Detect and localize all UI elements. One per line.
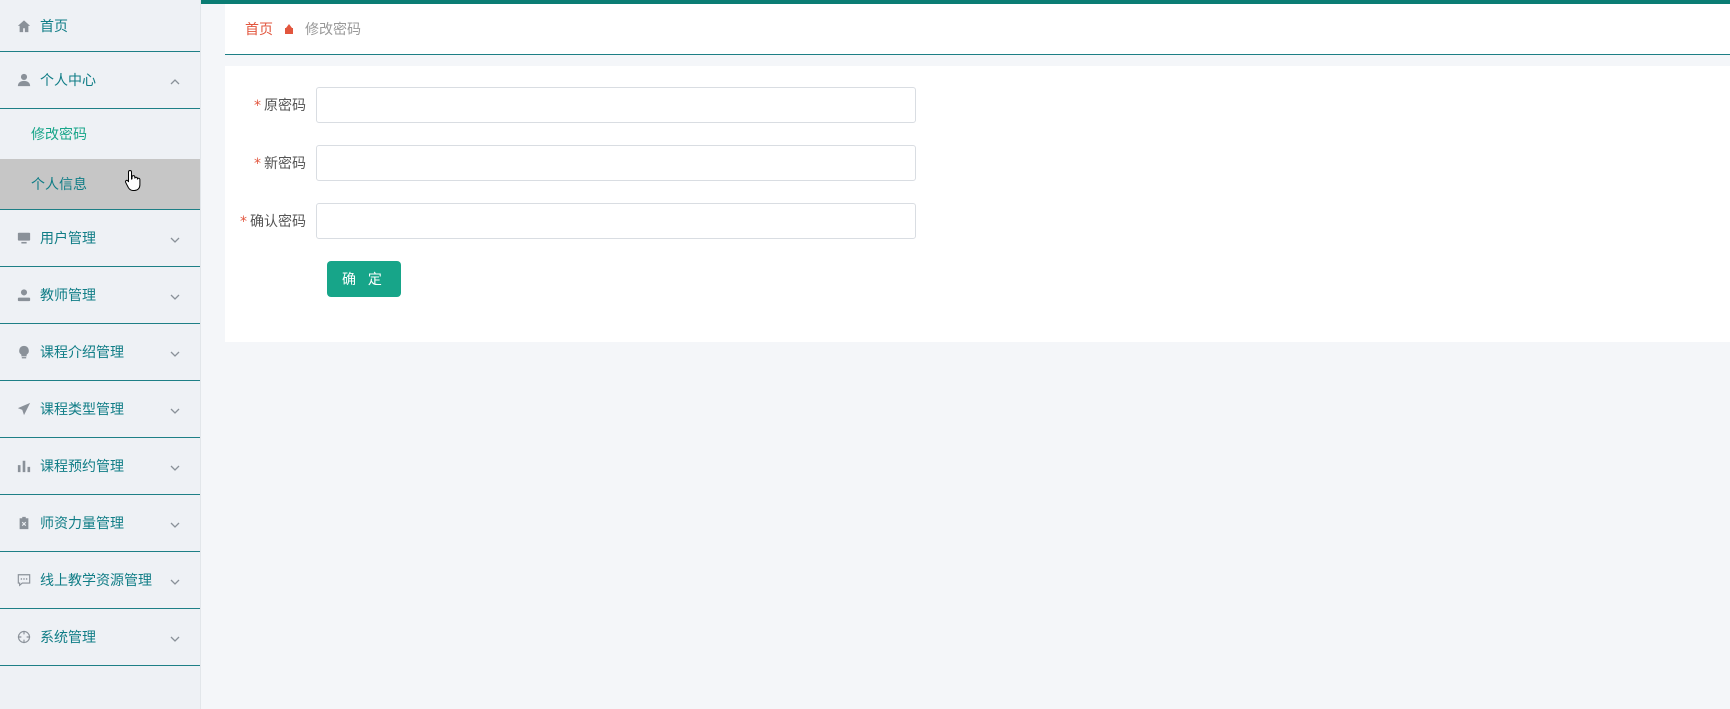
sidebar-item-online-resources-management[interactable]: 线上教学资源管理 <box>0 552 200 609</box>
sidebar-item-user-management[interactable]: 用户管理 <box>0 210 200 267</box>
sidebar-item-label: 用户管理 <box>40 231 96 247</box>
sidebar-item-faculty-management[interactable]: 师资力量管理 <box>0 495 200 552</box>
chevron-down-icon <box>170 461 180 471</box>
sidebar-item-teacher-management[interactable]: 教师管理 <box>0 267 200 324</box>
new-password-input[interactable] <box>316 145 916 181</box>
sidebar-item-label: 师资力量管理 <box>40 516 124 532</box>
sidebar-item-label: 课程类型管理 <box>40 402 124 418</box>
sidebar-subitem-label: 个人信息 <box>31 177 87 193</box>
send-icon <box>17 402 31 416</box>
new-password-label: * 新密码 <box>254 156 306 172</box>
confirm-password-label: * 确认密码 <box>240 214 306 230</box>
form-row-old-password: * 原密码 <box>225 87 1730 123</box>
chevron-down-icon <box>170 575 180 585</box>
hand-cursor-icon <box>125 169 141 191</box>
chevron-down-icon <box>170 347 180 357</box>
sidebar-item-label: 线上教学资源管理 <box>40 573 152 589</box>
bar-chart-icon <box>17 459 31 473</box>
sidebar-subitem-label: 修改密码 <box>31 127 87 143</box>
chat-icon <box>17 573 31 587</box>
chevron-up-icon <box>170 75 180 85</box>
sidebar: 首页 个人中心 修改密码 个人信息 用户管理 教师管理 课程介绍管理 课程类型管… <box>0 0 201 709</box>
user-icon <box>17 73 31 87</box>
sidebar-item-course-type-management[interactable]: 课程类型管理 <box>0 381 200 438</box>
sidebar-item-label: 个人中心 <box>40 73 96 89</box>
bulb-icon <box>17 345 31 359</box>
sidebar-item-label: 教师管理 <box>40 288 96 304</box>
sidebar-item-course-booking-management[interactable]: 课程预约管理 <box>0 438 200 495</box>
clipboard-icon <box>17 516 31 530</box>
required-marker: * <box>240 214 247 230</box>
confirm-password-input[interactable] <box>316 203 916 239</box>
chevron-down-icon <box>170 404 180 414</box>
form-row-new-password: * 新密码 <box>225 145 1730 181</box>
sidebar-item-system-management[interactable]: 系统管理 <box>0 609 200 666</box>
sidebar-item-course-intro-management[interactable]: 课程介绍管理 <box>0 324 200 381</box>
main-content: 首页 修改密码 * 原密码 * 新密码 * 确认密码 确 定 <box>225 4 1730 342</box>
sidebar-item-label: 首页 <box>40 18 68 35</box>
home-icon <box>17 19 31 33</box>
crosshair-icon <box>17 630 31 644</box>
chevron-down-icon <box>170 233 180 243</box>
old-password-label: * 原密码 <box>254 98 306 114</box>
sidebar-item-label: 课程介绍管理 <box>40 345 124 361</box>
chevron-down-icon <box>170 632 180 642</box>
form-actions: 确 定 <box>225 261 1730 297</box>
breadcrumb-separator-icon <box>285 24 293 34</box>
chevron-down-icon <box>170 290 180 300</box>
breadcrumb-home[interactable]: 首页 <box>245 19 273 39</box>
monitor-icon <box>17 231 31 245</box>
breadcrumb-current: 修改密码 <box>305 22 361 38</box>
old-password-input[interactable] <box>316 87 916 123</box>
sidebar-item-label: 系统管理 <box>40 630 96 646</box>
sidebar-item-home[interactable]: 首页 <box>0 0 200 52</box>
required-marker: * <box>254 156 261 172</box>
form-row-confirm-password: * 确认密码 <box>225 203 1730 239</box>
breadcrumb: 首页 修改密码 <box>225 4 1730 55</box>
sidebar-item-label: 课程预约管理 <box>40 459 124 475</box>
chevron-down-icon <box>170 518 180 528</box>
required-marker: * <box>254 98 261 114</box>
confirm-button[interactable]: 确 定 <box>327 261 401 297</box>
sidebar-item-personal-center[interactable]: 个人中心 <box>0 52 200 109</box>
sidebar-subitem-personal-info[interactable]: 个人信息 <box>0 159 200 209</box>
change-password-form: * 原密码 * 新密码 * 确认密码 确 定 <box>225 66 1730 342</box>
teacher-icon <box>17 288 31 302</box>
submenu-personal-center: 修改密码 个人信息 <box>0 109 200 210</box>
sidebar-subitem-change-password[interactable]: 修改密码 <box>0 109 200 159</box>
